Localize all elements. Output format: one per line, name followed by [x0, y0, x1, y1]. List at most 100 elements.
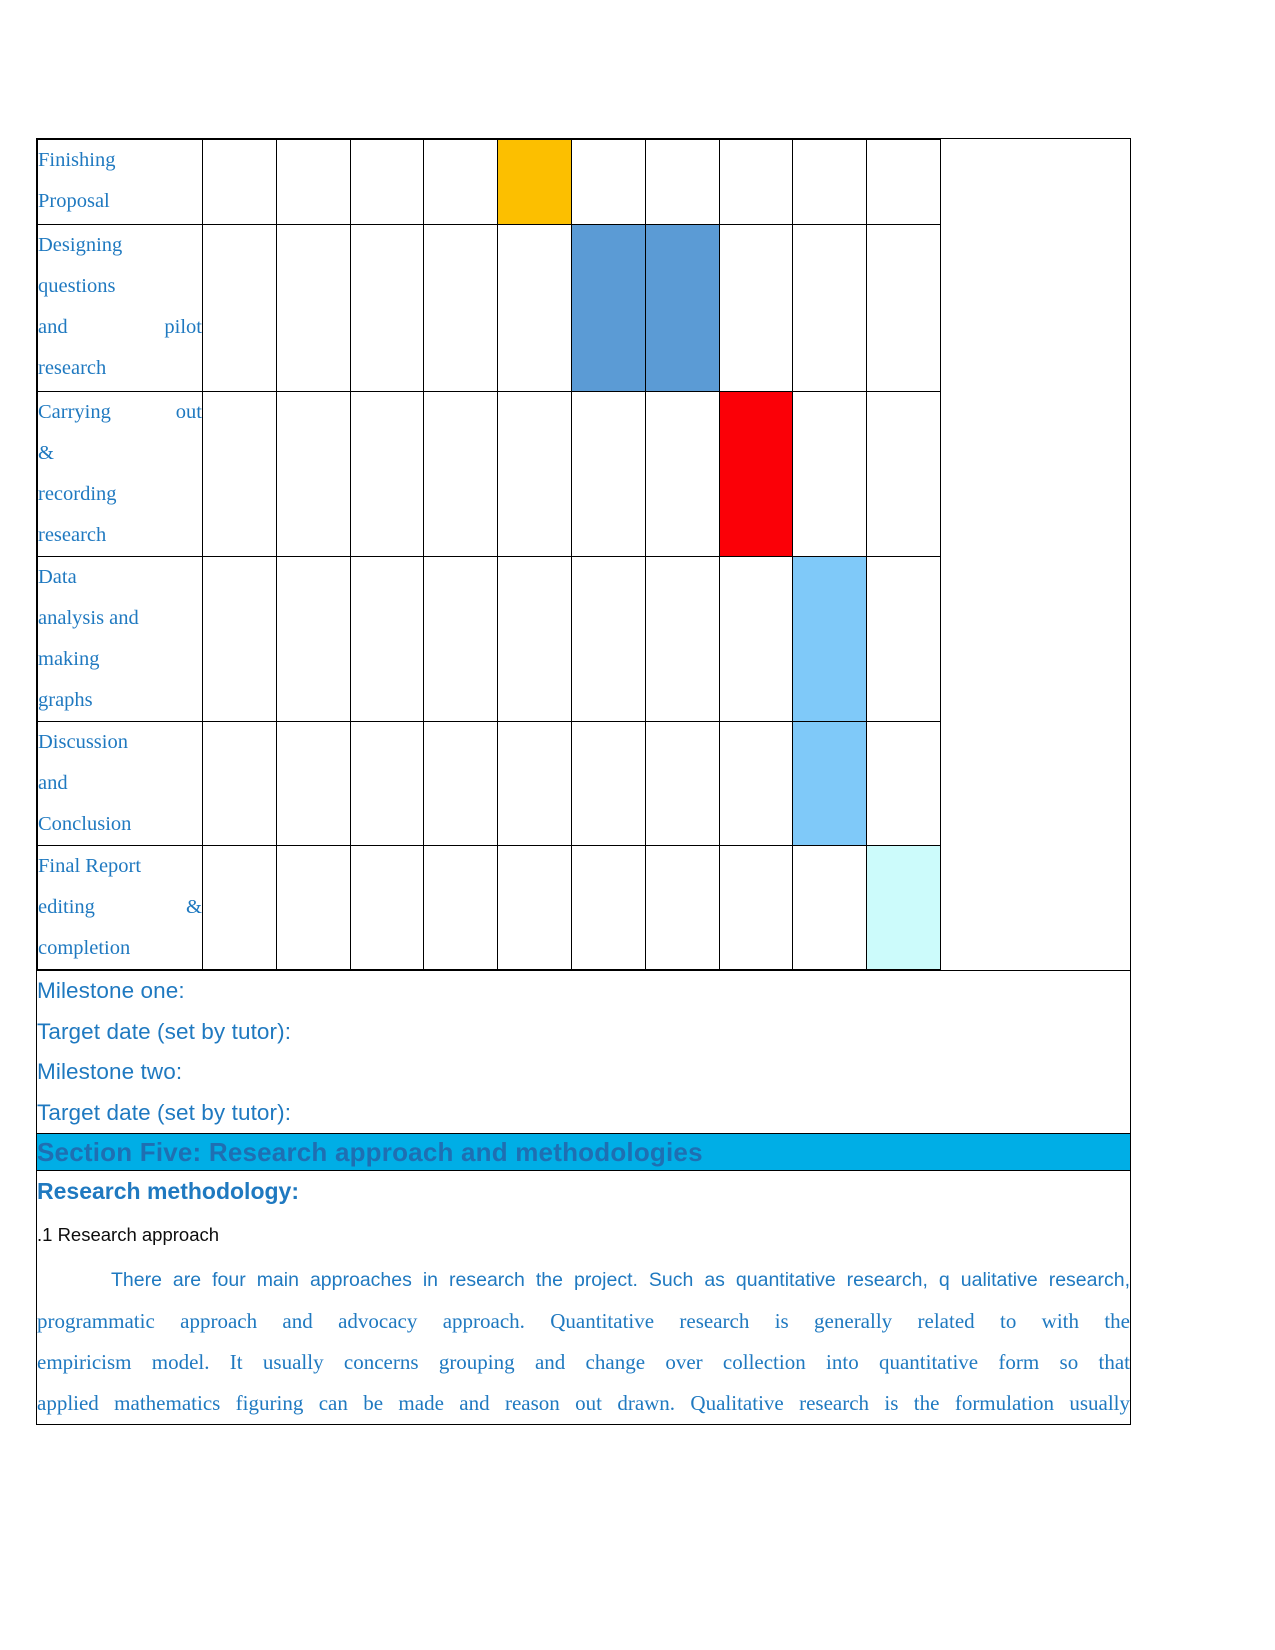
task-label-designing-questions: Designing questions and pilot research — [37, 224, 203, 392]
gantt-cell-r4c7[interactable] — [644, 556, 720, 722]
gantt-task-row: Final Report editing & completion — [37, 845, 941, 970]
task-label-line: Finishing — [38, 149, 116, 171]
milestone-two-label: Milestone two: — [37, 1059, 183, 1084]
milestones-row: Milestone one: Target date (set by tutor… — [36, 970, 1131, 1134]
gantt-cell-r5c4[interactable] — [423, 721, 499, 846]
research-approach-paragraph: There are four main approaches in resear… — [37, 1260, 1130, 1424]
gantt-bar-designing-questions-a[interactable] — [570, 224, 646, 392]
gantt-task-row: Designing questions and pilot research — [37, 224, 941, 392]
task-label-line: Data — [38, 566, 77, 588]
gantt-bar-data-analysis[interactable] — [792, 556, 868, 722]
gantt-cell-r4c4[interactable] — [423, 556, 499, 722]
gantt-cell-r3c4[interactable] — [423, 391, 499, 557]
gantt-cell-r4c3[interactable] — [349, 556, 425, 722]
gantt-cell-r3c5[interactable] — [497, 391, 572, 557]
section-five-banner: Section Five: Research approach and meth… — [36, 1133, 1131, 1171]
gantt-cell-r3c9[interactable] — [792, 391, 868, 557]
gantt-cell-r6c8[interactable] — [718, 845, 794, 970]
gantt-task-row: Discussion and Conclusion — [37, 721, 941, 846]
task-label-line: research — [38, 357, 107, 379]
task-label-line: completion — [38, 937, 131, 959]
gantt-cell-r1c3[interactable] — [349, 139, 425, 225]
gantt-task-row: Finishing Proposal — [37, 139, 941, 225]
document-page: Finishing Proposal Designing questions a… — [0, 0, 1275, 1650]
gantt-cell-r4c8[interactable] — [718, 556, 794, 722]
gantt-cell-r2c10[interactable] — [866, 224, 941, 392]
task-label-line: Discussion — [38, 731, 128, 753]
gantt-cell-r1c4[interactable] — [423, 139, 499, 225]
gantt-cell-r4c6[interactable] — [570, 556, 646, 722]
gantt-cell-r5c1[interactable] — [202, 721, 277, 846]
gantt-cell-r4c1[interactable] — [202, 556, 277, 722]
gantt-cell-r4c10[interactable] — [866, 556, 941, 722]
paragraph-line: applied mathematics figuring can be made… — [37, 1391, 1130, 1415]
section-banner-row: Section Five: Research approach and meth… — [36, 1133, 1131, 1171]
task-label-line: questions — [38, 275, 116, 297]
gantt-bar-designing-questions-b[interactable] — [644, 224, 720, 392]
research-methodology-heading: Research methodology: — [37, 1178, 299, 1204]
gantt-cell-r2c3[interactable] — [349, 224, 425, 392]
gantt-cell-r1c10[interactable] — [866, 139, 941, 225]
gantt-cell-r6c2[interactable] — [275, 845, 351, 970]
paragraph-line: There are four main approaches in resear… — [37, 1260, 1130, 1301]
gantt-cell-r2c9[interactable] — [792, 224, 868, 392]
gantt-cell-r1c7[interactable] — [644, 139, 720, 225]
paragraph-line: empiricism model. It usually concerns gr… — [37, 1350, 1130, 1374]
gantt-cell-r6c6[interactable] — [570, 845, 646, 970]
research-approach-subheading: .1 Research approach — [37, 1224, 220, 1245]
gantt-cell-r2c5[interactable] — [497, 224, 572, 392]
gantt-cell-r3c6[interactable] — [570, 391, 646, 557]
gantt-cell-r6c9[interactable] — [792, 845, 868, 970]
task-label-line: research — [38, 524, 107, 546]
gantt-cell-r1c9[interactable] — [792, 139, 868, 225]
task-label-final-report: Final Report editing & completion — [37, 845, 203, 970]
gantt-cell-r5c8[interactable] — [718, 721, 794, 846]
gantt-cell-r5c6[interactable] — [570, 721, 646, 846]
gantt-bar-discussion-conclusion[interactable] — [792, 721, 868, 846]
gantt-cell-r4c5[interactable] — [497, 556, 572, 722]
gantt-cell-r6c7[interactable] — [644, 845, 720, 970]
gantt-cell-r1c8[interactable] — [718, 139, 794, 225]
gantt-cell-r5c10[interactable] — [866, 721, 941, 846]
gantt-cell-r5c3[interactable] — [349, 721, 425, 846]
gantt-cell-r2c4[interactable] — [423, 224, 499, 392]
task-label-finishing-proposal: Finishing Proposal — [37, 139, 203, 225]
gantt-cell-r4c2[interactable] — [275, 556, 351, 722]
milestones-cell: Milestone one: Target date (set by tutor… — [36, 970, 1131, 1134]
gantt-cell-r3c1[interactable] — [202, 391, 277, 557]
gantt-cell-r2c8[interactable] — [718, 224, 794, 392]
gantt-bar-final-report[interactable] — [866, 845, 941, 970]
milestone-one-label: Milestone one: — [37, 978, 185, 1003]
gantt-bar-finishing-proposal[interactable] — [497, 139, 572, 225]
gantt-bar-carrying-out-recording[interactable] — [718, 391, 794, 557]
task-label-line: Carrying out — [38, 401, 202, 423]
gantt-cell-r6c3[interactable] — [349, 845, 425, 970]
task-label-line: & — [38, 442, 54, 464]
gantt-cell-r3c10[interactable] — [866, 391, 941, 557]
milestone-two-target-date-label: Target date (set by tutor): — [37, 1099, 292, 1125]
paragraph-line-text: There are four main approaches in resear… — [111, 1269, 1130, 1291]
methodology-row: Research methodology: .1 Research approa… — [36, 1170, 1131, 1425]
gantt-cell-r3c3[interactable] — [349, 391, 425, 557]
gantt-cell-r2c2[interactable] — [275, 224, 351, 392]
gantt-cell-r1c1[interactable] — [202, 139, 277, 225]
gantt-cell-r6c4[interactable] — [423, 845, 499, 970]
gantt-cell-r3c2[interactable] — [275, 391, 351, 557]
gantt-cell-r5c5[interactable] — [497, 721, 572, 846]
gantt-cell-r5c2[interactable] — [275, 721, 351, 846]
task-label-data-analysis: Data analysis and making graphs — [37, 556, 203, 722]
gantt-cell-r6c5[interactable] — [497, 845, 572, 970]
methodology-cell: Research methodology: .1 Research approa… — [36, 1170, 1131, 1425]
paragraph-line: programmatic approach and advocacy appro… — [37, 1309, 1130, 1333]
task-label-line: and pilot — [38, 316, 202, 338]
task-label-line: Conclusion — [38, 813, 132, 835]
gantt-cell-r6c1[interactable] — [202, 845, 277, 970]
document-outer-table: Finishing Proposal Designing questions a… — [36, 138, 1131, 1425]
gantt-cell-r5c7[interactable] — [644, 721, 720, 846]
gantt-cell-r1c6[interactable] — [570, 139, 646, 225]
gantt-cell-r2c1[interactable] — [202, 224, 277, 392]
gantt-cell-r1c2[interactable] — [275, 139, 351, 225]
gantt-task-row: Carrying out & recording research — [37, 391, 941, 557]
task-label-line: analysis and — [38, 607, 139, 629]
gantt-cell-r3c7[interactable] — [644, 391, 720, 557]
